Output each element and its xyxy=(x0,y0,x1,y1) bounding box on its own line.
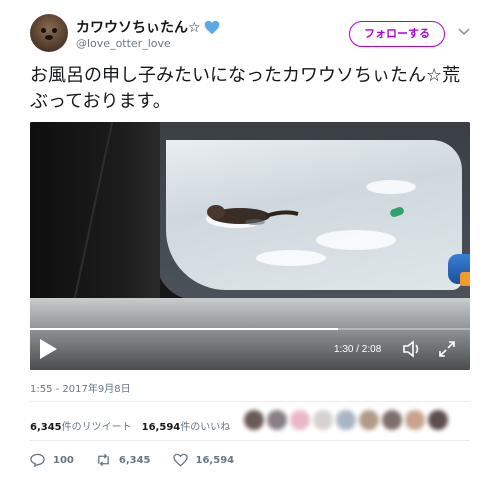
avatar[interactable] xyxy=(244,410,264,430)
video-player[interactable]: 1:30 / 2:08 xyxy=(30,122,470,370)
follow-button[interactable]: フォローする xyxy=(349,21,445,47)
tweet-text: お風呂の申し子みたいになったカワウソちぃたん☆荒ぶっております。 xyxy=(30,65,461,112)
like-button[interactable]: 16,594 xyxy=(172,453,235,467)
video-time: 1:30 / 2:08 xyxy=(334,344,382,355)
like-count: 16,594 xyxy=(195,454,235,466)
play-icon[interactable] xyxy=(38,338,58,360)
avatar[interactable] xyxy=(30,14,68,52)
reply-button[interactable]: 100 xyxy=(30,453,74,467)
bathroom-floor xyxy=(30,298,470,370)
retweet-button[interactable]: 6,345 xyxy=(96,453,151,467)
divider xyxy=(30,401,470,402)
volume-icon[interactable] xyxy=(402,340,422,358)
reply-count: 100 xyxy=(53,454,74,466)
avatar[interactable] xyxy=(359,410,379,430)
avatar[interactable] xyxy=(336,410,356,430)
retweet-count: 6,345 xyxy=(118,454,151,466)
retweets-stat[interactable]: 6,345件のリツイート xyxy=(30,422,132,433)
avatar[interactable] xyxy=(313,410,333,430)
liker-avatars xyxy=(244,410,448,430)
reply-icon xyxy=(30,453,45,467)
tweet-stats: 6,345件のリツイート 16,594件のいいね xyxy=(30,418,230,433)
tweet-header: カワウソちぃたん☆ @love_otter_love フォローする xyxy=(30,14,480,54)
video-progress-fill xyxy=(30,328,338,330)
divider xyxy=(30,440,470,441)
avatar[interactable] xyxy=(405,410,425,430)
retweet-icon xyxy=(98,453,109,467)
video-progress-bar[interactable] xyxy=(30,328,470,330)
display-name[interactable]: カワウソちぃたん☆ xyxy=(76,17,201,37)
avatar[interactable] xyxy=(290,410,310,430)
tweet-timestamp[interactable]: 1:55 - 2017年9月8日 xyxy=(30,380,131,395)
avatar[interactable] xyxy=(428,410,448,430)
retweets-count: 6,345 xyxy=(30,422,62,433)
likes-stat[interactable]: 16,594件のいいね xyxy=(142,422,231,433)
name-row[interactable]: カワウソちぃたん☆ xyxy=(76,17,220,37)
heart-icon xyxy=(204,20,219,34)
avatar[interactable] xyxy=(267,410,287,430)
user-handle[interactable]: @love_otter_love xyxy=(76,37,171,50)
likes-count: 16,594 xyxy=(141,422,181,433)
tweet-actions: 100 6,345 16,594 xyxy=(30,452,256,468)
caret-down-icon[interactable] xyxy=(458,28,470,36)
retweets-label: 件のリツイート xyxy=(61,422,132,433)
likes-label: 件のいいね xyxy=(180,422,231,433)
like-icon xyxy=(172,453,188,467)
fullscreen-icon[interactable] xyxy=(438,340,456,358)
avatar[interactable] xyxy=(382,410,402,430)
bath-toy xyxy=(460,272,470,286)
otter xyxy=(207,205,299,225)
